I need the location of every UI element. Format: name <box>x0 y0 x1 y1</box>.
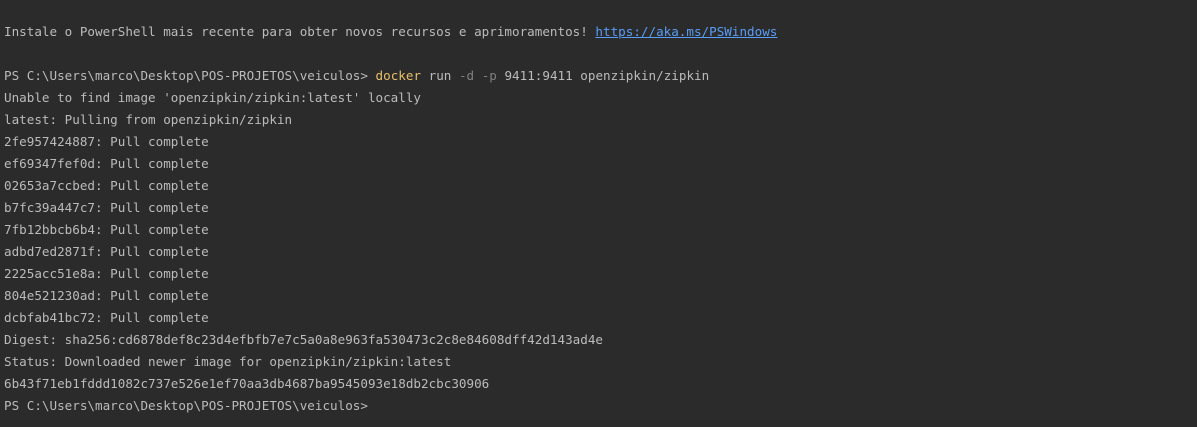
output-line: adbd7ed2871f: Pull complete <box>4 244 209 259</box>
output-line: Digest: sha256:cd6878def8c23d4efbfb7e7c5… <box>4 332 603 347</box>
pswindows-link[interactable]: https://aka.ms/PSWindows <box>595 24 777 39</box>
output-line: 2fe957424887: Pull complete <box>4 134 209 149</box>
output-line: latest: Pulling from openzipkin/zipkin <box>4 112 293 127</box>
powershell-banner: Instale o PowerShell mais recente para o… <box>4 21 777 43</box>
prompt: PS C:\Users\marco\Desktop\POS-PROJETOS\v… <box>4 68 376 83</box>
terminal-panel[interactable]: Instale o PowerShell mais recente para o… <box>0 0 1197 427</box>
output-line: 804e521230ad: Pull complete <box>4 288 209 303</box>
command-executable: docker <box>375 68 422 83</box>
final-prompt[interactable]: PS C:\Users\marco\Desktop\POS-PROJETOS\v… <box>4 395 368 417</box>
command-space <box>474 68 482 83</box>
output-line: 2225acc51e8a: Pull complete <box>4 266 209 281</box>
output-line: 6b43f71eb1fddd1082c737e526e1ef70aa3db468… <box>4 376 490 391</box>
output-line: Unable to find image 'openzipkin/zipkin:… <box>4 90 422 105</box>
banner-text: Instale o PowerShell mais recente para o… <box>4 24 596 39</box>
output-line: Status: Downloaded newer image for openz… <box>4 354 452 369</box>
output-line: ef69347fef0d: Pull complete <box>4 156 209 171</box>
command-flag-detached: -d <box>458 68 475 83</box>
output-line: dcbfab41bc72: Pull complete <box>4 310 209 325</box>
output-line: 02653a7ccbed: Pull complete <box>4 178 209 193</box>
command-subcommand: run <box>421 68 459 83</box>
command-line: PS C:\Users\marco\Desktop\POS-PROJETOS\v… <box>4 65 709 87</box>
command-flag-port: -p <box>481 68 497 83</box>
command-arguments: 9411:9411 openzipkin/zipkin <box>496 68 710 83</box>
output-line: b7fc39a447c7: Pull complete <box>4 200 209 215</box>
output-line: 7fb12bbcb6b4: Pull complete <box>4 222 209 237</box>
